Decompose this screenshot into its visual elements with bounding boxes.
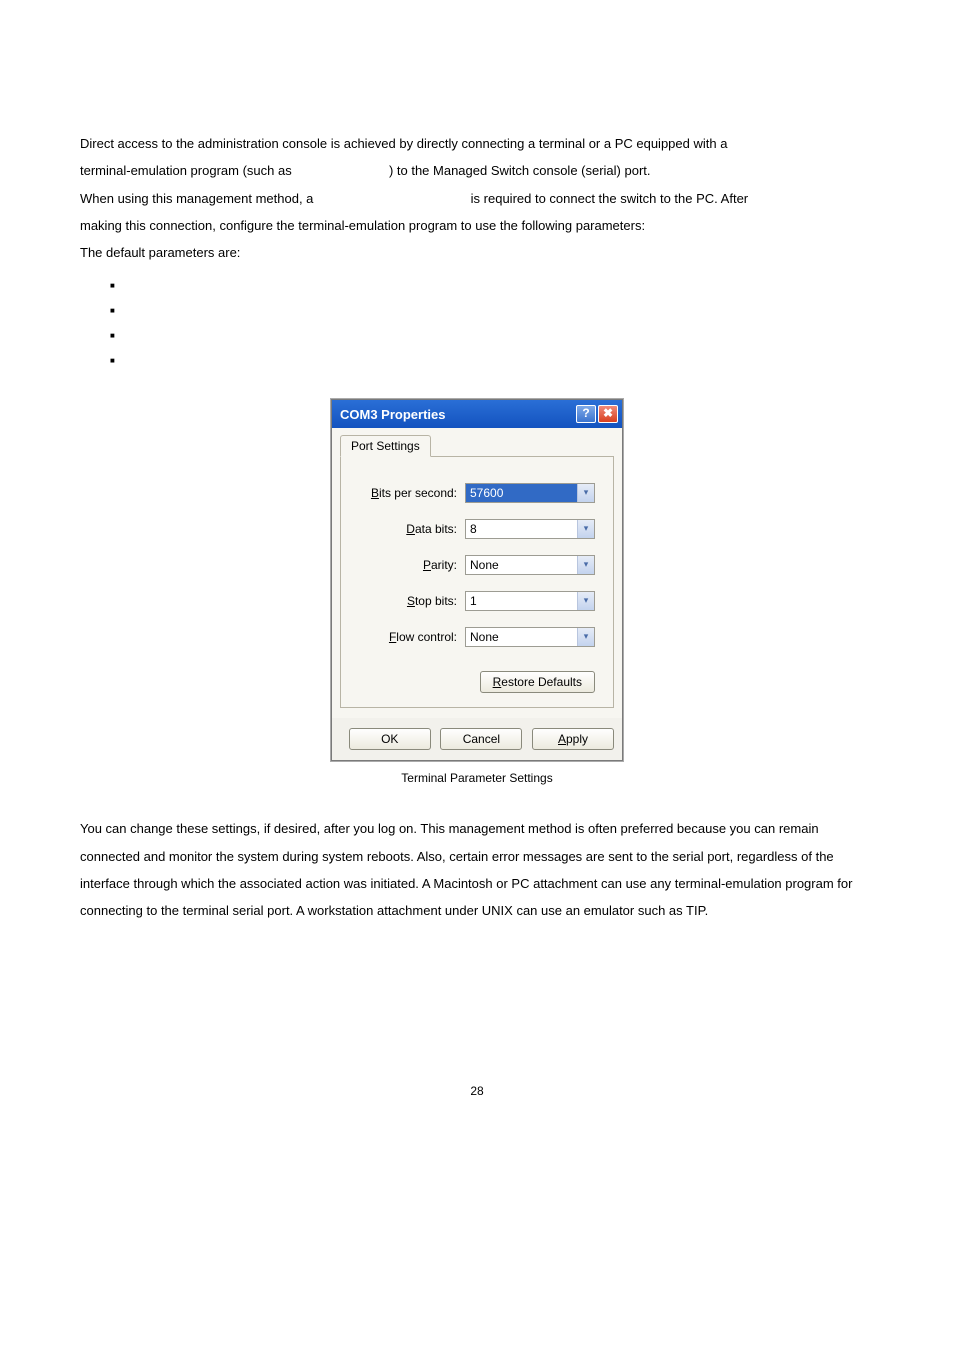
- tab-port-settings[interactable]: Port Settings: [340, 435, 431, 457]
- cancel-button[interactable]: Cancel: [440, 728, 522, 750]
- intro-text: terminal-emulation program (such as: [80, 163, 295, 178]
- data-bits-select[interactable]: 8 ▾: [465, 519, 595, 539]
- help-icon[interactable]: ?: [576, 405, 596, 423]
- select-value: 1: [466, 592, 577, 610]
- list-item: [110, 299, 874, 324]
- chevron-down-icon: ▾: [577, 628, 594, 646]
- intro-paragraph-2: When using this management method, a is …: [80, 185, 874, 240]
- intro-paragraph-3: The default parameters are:: [80, 239, 874, 266]
- intro-paragraph-1: Direct access to the administration cons…: [80, 130, 874, 185]
- select-value: None: [466, 556, 577, 574]
- data-bits-label: Data bits:: [406, 522, 457, 536]
- apply-button[interactable]: Apply: [532, 728, 614, 750]
- list-item: [110, 274, 874, 299]
- chevron-down-icon: ▾: [577, 556, 594, 574]
- dialog-title: COM3 Properties: [340, 407, 445, 422]
- chevron-down-icon: ▾: [577, 592, 594, 610]
- list-item: [110, 349, 874, 374]
- bits-per-second-select[interactable]: 57600 ▾: [465, 483, 595, 503]
- outro-paragraph: You can change these settings, if desire…: [80, 815, 874, 924]
- intro-text: is required to connect the switch to the…: [471, 191, 748, 206]
- port-settings-panel: Bits per second: 57600 ▾ Data bits: 8 ▾: [340, 456, 614, 708]
- flow-control-label: Flow control:: [389, 630, 457, 644]
- bits-per-second-label: Bits per second:: [371, 486, 457, 500]
- dialog-titlebar: COM3 Properties ? ✖: [332, 400, 622, 428]
- ok-button[interactable]: OK: [349, 728, 431, 750]
- stop-bits-select[interactable]: 1 ▾: [465, 591, 595, 611]
- restore-defaults-button[interactable]: Restore Defaults: [480, 671, 595, 693]
- page-number: 28: [80, 1084, 874, 1098]
- chevron-down-icon: ▾: [577, 520, 594, 538]
- select-value: 57600: [466, 484, 577, 502]
- close-icon[interactable]: ✖: [598, 405, 618, 423]
- intro-text: When using this management method, a: [80, 191, 317, 206]
- com-properties-dialog: COM3 Properties ? ✖ Port Settings Bits p…: [331, 399, 623, 761]
- list-item: [110, 324, 874, 349]
- intro-text: Direct access to the administration cons…: [80, 136, 727, 151]
- stop-bits-label: Stop bits:: [407, 594, 457, 608]
- flow-control-select[interactable]: None ▾: [465, 627, 595, 647]
- intro-text: making this connection, configure the te…: [80, 218, 645, 233]
- intro-text: The default parameters are:: [80, 245, 240, 260]
- intro-text: ) to the Managed Switch console (serial)…: [389, 163, 651, 178]
- select-value: 8: [466, 520, 577, 538]
- parity-select[interactable]: None ▾: [465, 555, 595, 575]
- select-value: None: [466, 628, 577, 646]
- default-parameters-list: [110, 274, 874, 373]
- parity-label: Parity:: [423, 558, 457, 572]
- chevron-down-icon: ▾: [577, 484, 594, 502]
- figure-caption: Terminal Parameter Settings: [80, 771, 874, 785]
